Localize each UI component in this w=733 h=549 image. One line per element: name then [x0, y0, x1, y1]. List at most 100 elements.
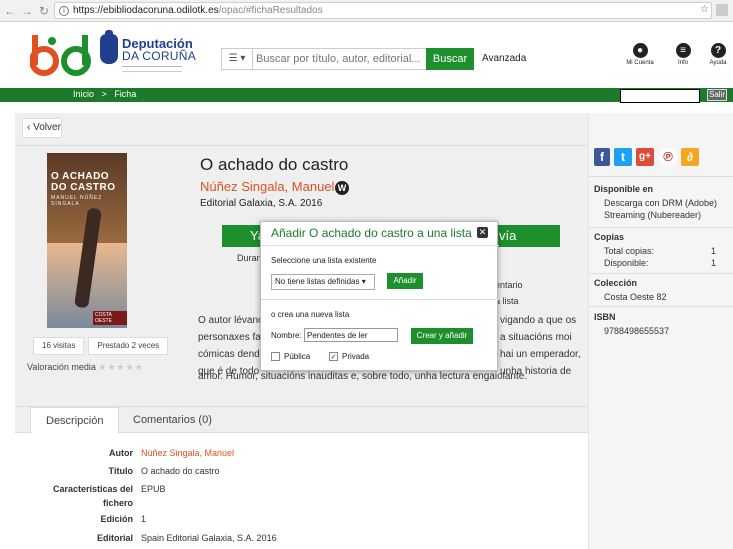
- synopsis-line: vigando a que os: [500, 315, 577, 326]
- my-account-label: Mi Cuenta: [626, 60, 654, 66]
- checkbox-checked-icon: ✓: [329, 352, 338, 361]
- cover-author: MANUEL NÚÑEZ SINGALA: [51, 195, 103, 207]
- user-icon: ●: [632, 43, 648, 58]
- publisher-value: Spain Editorial Galaxia, S.A. 2016: [141, 533, 277, 543]
- loan-duration-text: Duran: [237, 253, 262, 263]
- book-title: O achado do castro: [200, 155, 349, 174]
- availability-drm: Descarga con DRM (Adobe): [604, 198, 718, 208]
- comment-link[interactable]: entario: [495, 280, 523, 290]
- available-copies-row: Disponible: 1: [594, 257, 716, 269]
- my-account-button[interactable]: ● Mi Cuenta: [623, 43, 657, 66]
- search-input[interactable]: [256, 49, 426, 69]
- sidebar: f t g+ ℗ ∂ Disponible en Descarga con DR…: [588, 113, 733, 549]
- ebiblio-logo[interactable]: [30, 31, 94, 79]
- publisher-label: Editorial: [96, 533, 133, 543]
- features-value: EPUB: [141, 484, 166, 494]
- book-author-link[interactable]: Núñez Singala, Manuel: [200, 179, 334, 194]
- site-header: Deputación DA CORUÑA ☰ ▾ Buscar Avanzada…: [0, 22, 733, 88]
- help-icon: ?: [710, 43, 726, 58]
- copies-section: Copias Total copias: 1 Disponible: 1: [594, 232, 716, 269]
- info-icon[interactable]: i: [59, 5, 69, 16]
- cover-title-1: O ACHADO: [51, 171, 110, 182]
- total-copies-value: 1: [710, 246, 716, 256]
- public-checkbox[interactable]: Pública: [271, 352, 310, 361]
- private-checkbox[interactable]: ✓ Privada: [329, 352, 369, 361]
- add-to-list-link[interactable]: a lista: [495, 296, 519, 306]
- book-cover[interactable]: O ACHADO DO CASTRO MANUEL NÚÑEZ SINGALA …: [47, 153, 127, 328]
- availability-streaming: Streaming (Nubereader): [604, 210, 702, 220]
- info-label: Info: [677, 60, 688, 66]
- select-value: No tiene listas definidas: [275, 277, 360, 286]
- pinterest-icon[interactable]: ℗: [659, 148, 677, 166]
- chevron-down-icon: ▾: [361, 277, 366, 286]
- total-copies-label: Total copias:: [604, 246, 655, 256]
- forward-arrow-icon[interactable]: →: [20, 4, 34, 18]
- breadcrumb: Inicio > Ficha: [73, 89, 141, 99]
- collection-heading: Colección: [594, 278, 638, 288]
- divider: [589, 306, 733, 307]
- synopsis-line: cómicas dende: [198, 349, 264, 360]
- list-name-input[interactable]: [304, 328, 398, 342]
- availability-section: Disponible en Descarga con DRM (Adobe) S…: [594, 184, 717, 221]
- wikipedia-icon[interactable]: W: [335, 181, 349, 195]
- divider: [589, 176, 733, 177]
- bookmark-star-icon[interactable]: ☆: [700, 4, 709, 15]
- isbn-section: ISBN 9788498655537: [594, 312, 669, 337]
- loans-badge: Prestado 2 veces: [88, 337, 169, 355]
- total-copies-row: Total copias: 1: [594, 245, 716, 257]
- cover-title-2: DO CASTRO: [51, 182, 116, 193]
- google-plus-icon[interactable]: g+: [636, 148, 654, 166]
- tab-comments[interactable]: Comentarios (0): [118, 407, 227, 434]
- dep-name-line2: DA CORUÑA: [122, 49, 197, 63]
- dialog-title: Añadir O achado do castro a una lista: [271, 226, 472, 240]
- dep-subtitle: [122, 66, 182, 72]
- back-arrow-icon[interactable]: ←: [3, 4, 17, 18]
- existing-list-select[interactable]: No tiene listas definidas ▾: [271, 274, 375, 290]
- add-button[interactable]: Añadir: [387, 273, 423, 289]
- info-button[interactable]: ≡ Info: [666, 43, 700, 66]
- add-to-list-dialog: Añadir O achado do castro a una lista ✕ …: [260, 221, 499, 371]
- advanced-search-link[interactable]: Avanzada: [482, 53, 526, 64]
- help-button[interactable]: ? Ayuda: [701, 43, 733, 66]
- preview-button[interactable]: vía: [495, 225, 560, 247]
- back-label: Volver: [33, 122, 61, 133]
- crest-icon: [100, 30, 118, 64]
- browser-toolbar: ← → ↻ i https://ebibliodacoruna.odilotk.…: [0, 0, 733, 22]
- search-type-dropdown[interactable]: ☰ ▾: [222, 49, 253, 69]
- stats-row: 16 visitas Prestado 2 veces: [33, 337, 169, 355]
- facebook-icon[interactable]: f: [594, 148, 610, 166]
- divider: [261, 245, 499, 246]
- twitter-icon[interactable]: t: [614, 148, 632, 166]
- breadcrumb-separator: >: [101, 89, 107, 99]
- url-path: /opac/#fichaResultados: [218, 5, 323, 16]
- username-box: [620, 89, 700, 103]
- rating-stars-icon[interactable]: ★★★★★: [98, 362, 143, 372]
- browser-menu-icon[interactable]: [716, 4, 728, 16]
- create-and-add-button[interactable]: Crear y añadir: [411, 328, 473, 344]
- menu-list-icon: ≡: [675, 43, 691, 58]
- divider: [261, 299, 499, 300]
- isbn-value: 9788498655537: [604, 326, 670, 336]
- public-label: Pública: [284, 352, 311, 361]
- edition-value: 1: [141, 514, 147, 524]
- breadcrumb-bar: Inicio > Ficha Salir: [0, 88, 733, 103]
- synopsis-line: hai un emperador,: [500, 349, 581, 360]
- reload-icon[interactable]: ↻: [37, 4, 51, 18]
- logout-button[interactable]: Salir: [707, 89, 727, 101]
- synopsis-line: personaxes fal: [198, 332, 264, 343]
- author-value-link[interactable]: Núñez Singala, Manuel: [141, 448, 234, 458]
- link-icon[interactable]: ∂: [681, 148, 699, 166]
- breadcrumb-current: Ficha: [114, 89, 137, 99]
- checkbox-unchecked-icon: [271, 352, 280, 361]
- address-bar[interactable]: i https://ebibliodacoruna.odilotk.es /op…: [54, 2, 712, 19]
- help-label: Ayuda: [709, 60, 727, 66]
- synopsis-line: a situacións moi: [500, 332, 572, 343]
- divider: [15, 145, 588, 146]
- breadcrumb-home[interactable]: Inicio: [73, 89, 94, 99]
- tab-description[interactable]: Descripción: [30, 407, 120, 434]
- author-label: Autor: [109, 448, 133, 458]
- cover-publisher: COSTA OESTE: [93, 311, 127, 325]
- close-icon[interactable]: ✕: [477, 227, 488, 238]
- search-button[interactable]: Buscar: [426, 48, 474, 70]
- back-button[interactable]: ‹ Volver: [22, 118, 62, 138]
